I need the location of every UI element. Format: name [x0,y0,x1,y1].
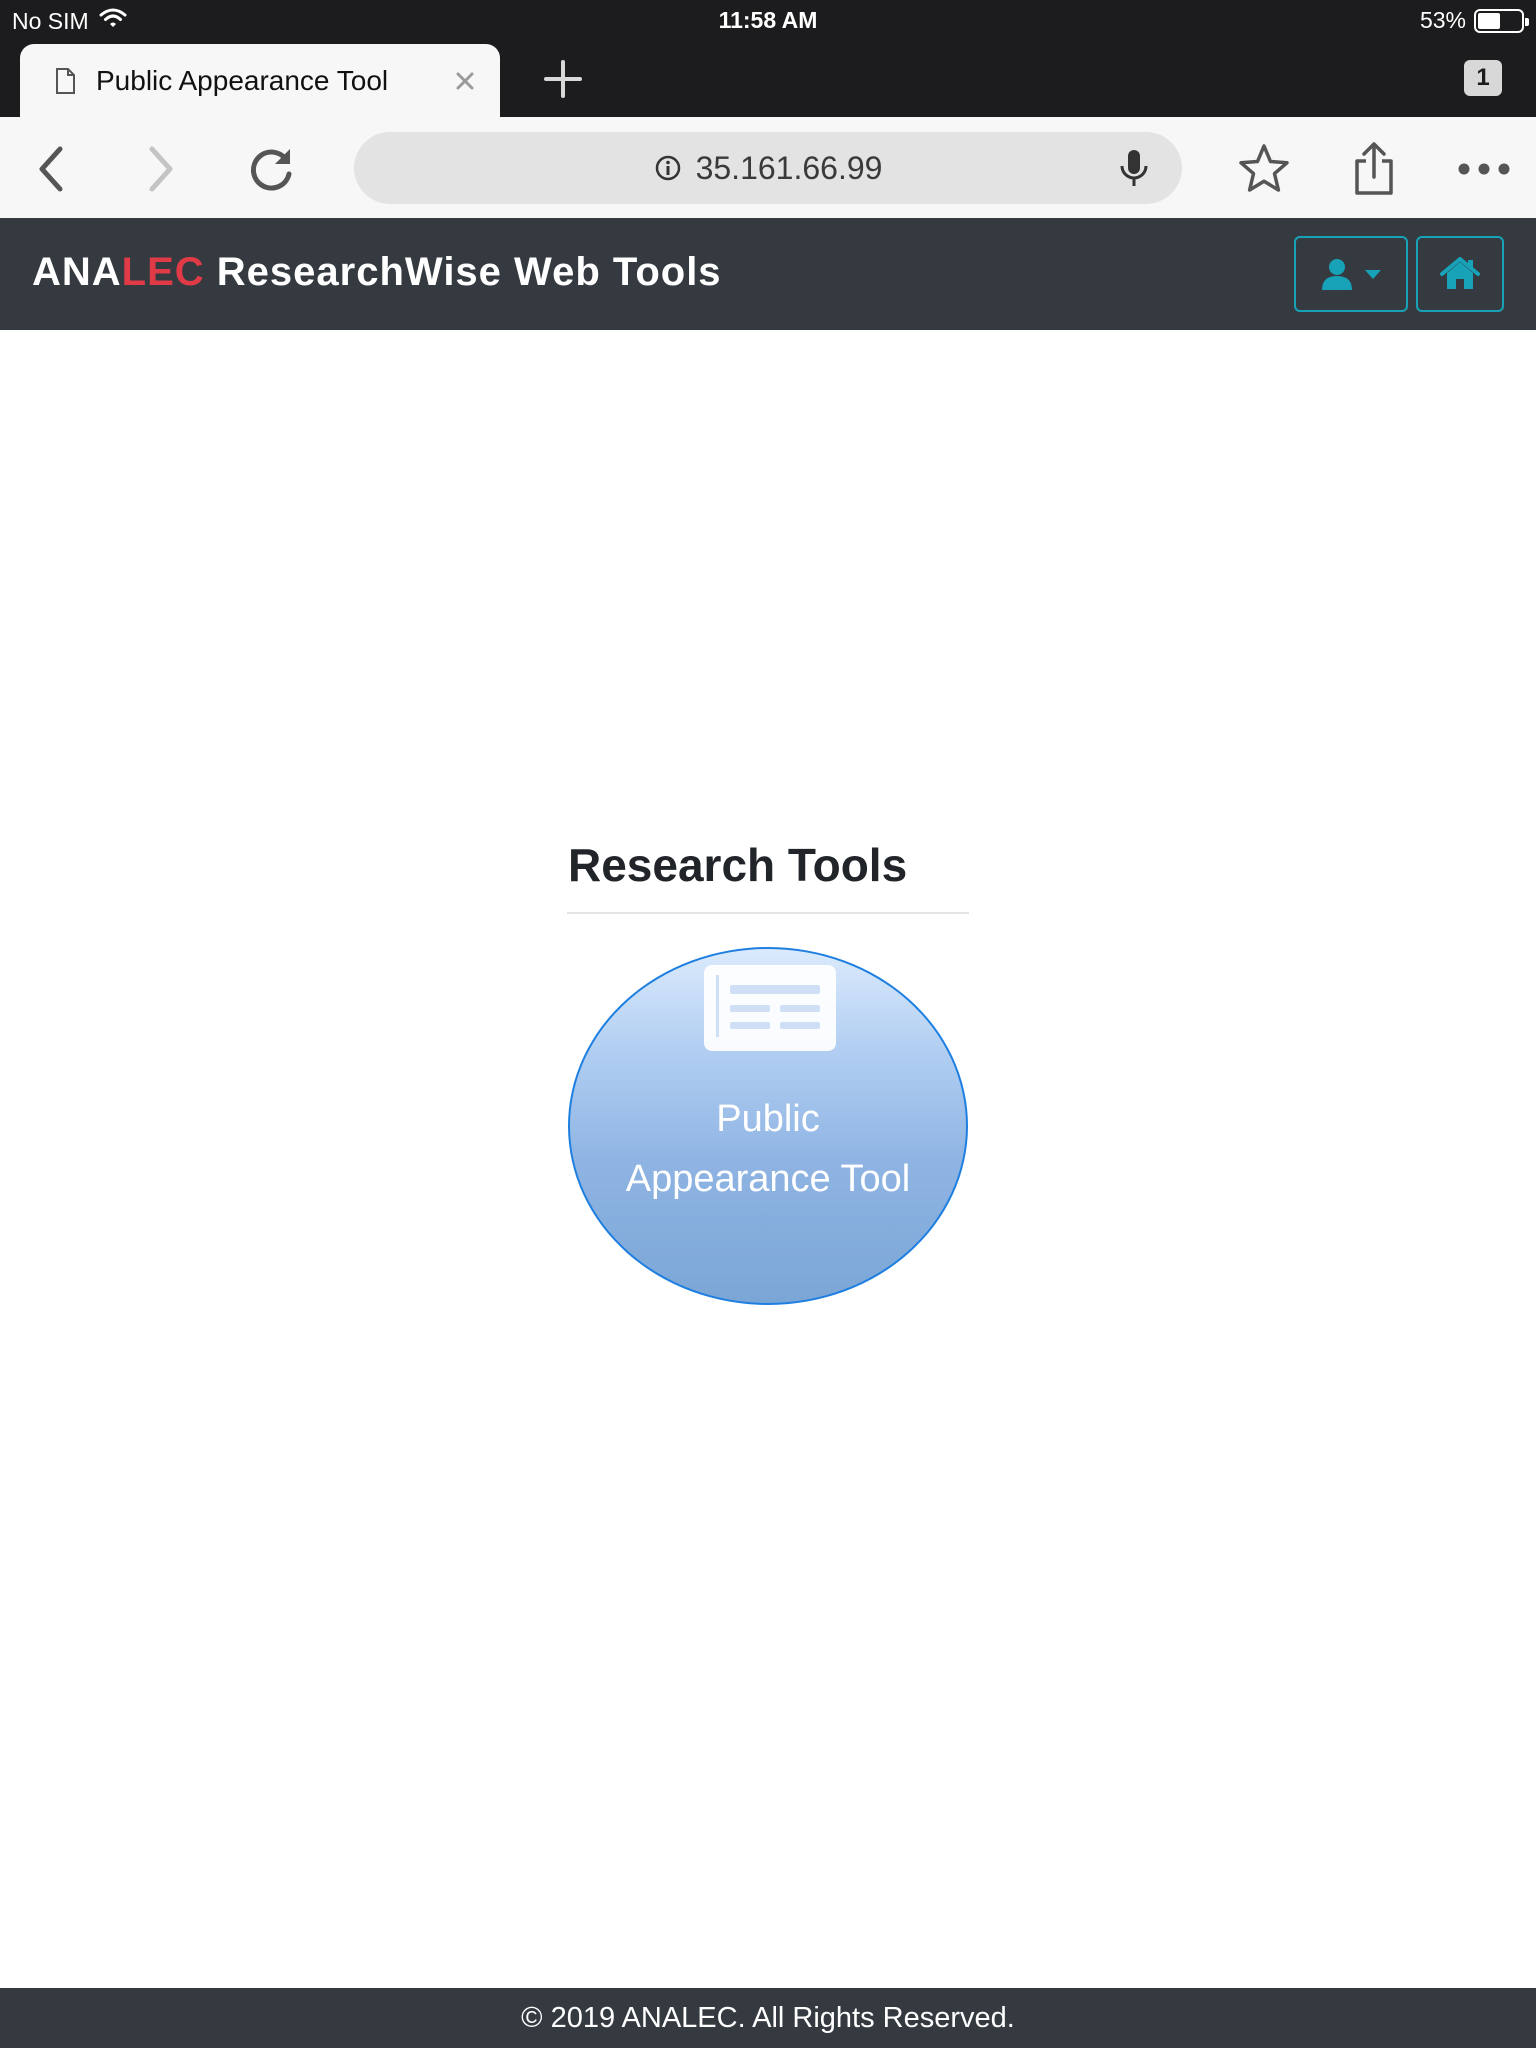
plus-icon [544,60,582,98]
reload-button[interactable] [240,137,304,201]
brand-part-lec: LEC [121,250,205,294]
brand-part-researchwise: ResearchWise Web Tools [216,250,722,294]
section-title: Research Tools [568,839,908,891]
chevron-right-icon [149,146,173,192]
star-icon [1239,144,1289,192]
address-bar[interactable]: 35.161.66.99 [354,132,1182,204]
home-button[interactable] [1416,236,1504,312]
url-text: 35.161.66.99 [695,149,883,186]
back-button[interactable] [20,137,84,201]
active-tab[interactable]: Public Appearance Tool [20,44,500,117]
home-icon [1440,257,1480,289]
battery-percent: 53% [1419,7,1466,33]
document-icon [50,66,80,96]
public-appearance-tool-card[interactable]: Public Appearance Tool [568,947,968,1305]
brand-title[interactable]: ANALEC ResearchWise Web Tools [32,250,722,295]
tab-strip: Public Appearance Tool 1 [0,42,1536,117]
status-time: 11:58 AM [718,7,818,33]
battery-icon [1474,8,1529,33]
new-tab-button[interactable] [540,56,586,102]
microphone-icon[interactable] [1114,148,1154,188]
info-icon[interactable] [654,154,682,182]
section-divider [567,912,969,914]
tool-label: Public Appearance Tool [570,1089,966,1209]
app-navbar: ANALEC ResearchWise Web Tools [0,218,1536,330]
status-right: 53% [1419,7,1529,34]
newspaper-icon [702,965,838,1053]
battery-fill [1478,12,1501,29]
reload-icon [250,149,292,191]
user-icon [1322,259,1352,290]
caret-down-icon [1365,270,1381,279]
tool-label-line1: Public [716,1098,820,1140]
share-button[interactable] [1342,137,1406,201]
share-icon [1355,142,1393,195]
copyright-text: © 2019 ANALEC. All Rights Reserved. [521,2002,1015,2034]
browser-toolbar: 35.161.66.99 [0,117,1536,218]
bookmark-button[interactable] [1232,137,1296,201]
status-bar: No SIM 11:58 AM 53% [0,0,1536,42]
tab-count-button[interactable]: 1 [1464,60,1502,96]
tool-label-line2: Appearance Tool [625,1158,911,1200]
forward-button[interactable] [128,137,192,201]
brand-part-ana: ANA [32,250,122,294]
tab-title: Public Appearance Tool [96,64,389,96]
more-icon [1458,163,1510,175]
close-tab-icon[interactable] [440,56,490,106]
footer: © 2019 ANALEC. All Rights Reserved. [0,1988,1536,2048]
user-menu-button[interactable] [1294,236,1408,312]
more-button[interactable] [1452,137,1516,201]
chevron-left-icon [39,146,63,192]
